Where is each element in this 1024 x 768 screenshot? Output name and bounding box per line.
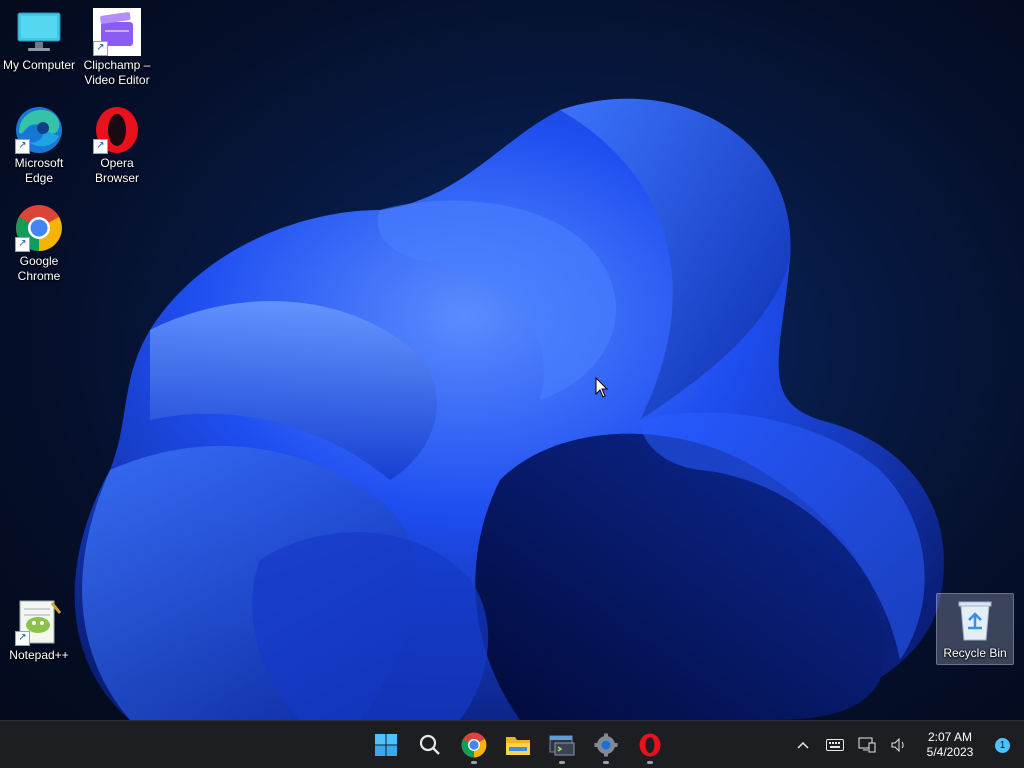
taskbar-settings-button[interactable]: [584, 725, 628, 765]
search-button[interactable]: [408, 725, 452, 765]
shortcut-arrow-icon: ↗: [93, 139, 108, 154]
running-indicator: [647, 761, 653, 764]
notification-badge[interactable]: 1: [995, 737, 1010, 753]
notepadpp-icon: ↗: [15, 598, 63, 646]
running-indicator: [559, 761, 565, 764]
shortcut-arrow-icon: ↗: [15, 237, 30, 252]
desktop-icon-label: My Computer: [2, 58, 76, 72]
desktop-icon-edge[interactable]: ↗ Microsoft Edge: [0, 106, 78, 186]
desktop-icon-label: Recycle Bin: [943, 646, 1007, 660]
clock[interactable]: 2:07 AM 5/4/2023: [919, 730, 981, 760]
taskbar-chrome-button[interactable]: [452, 725, 496, 765]
running-indicator: [471, 761, 477, 764]
terminal-icon: [549, 735, 575, 756]
desktop-icon-label: Clipchamp – Video Editor: [83, 58, 151, 87]
taskbar-terminal-button[interactable]: [540, 725, 584, 765]
taskbar-app-list: [364, 721, 672, 768]
desktop-icon-notepadpp[interactable]: ↗ Notepad++: [0, 598, 78, 663]
shortcut-arrow-icon: ↗: [15, 139, 30, 154]
start-icon: [375, 734, 397, 756]
file-explorer-icon: [506, 737, 530, 755]
opera-icon: ↗: [93, 106, 141, 154]
taskbar: 2:07 AM 5/4/2023 1: [0, 720, 1024, 768]
desktop-icon-my-computer[interactable]: My Computer: [0, 8, 78, 73]
settings-icon: [594, 733, 618, 757]
start-button[interactable]: [364, 725, 408, 765]
chrome-icon: [461, 732, 487, 758]
desktop-icon-label: Microsoft Edge: [14, 156, 64, 185]
taskbar-opera-button[interactable]: [628, 725, 672, 765]
volume-icon[interactable]: [883, 725, 915, 765]
chrome-icon: ↗: [15, 204, 63, 252]
keyboard-icon[interactable]: [819, 725, 851, 765]
edge-icon: ↗: [15, 106, 63, 154]
chevron-up-icon[interactable]: [787, 725, 819, 765]
desktop-icon-opera[interactable]: ↗ Opera Browser: [78, 106, 156, 186]
desktop-icon-chrome[interactable]: ↗ Google Chrome: [0, 204, 78, 284]
shortcut-arrow-icon: ↗: [93, 41, 108, 56]
desktop-icon-label: Notepad++: [9, 648, 69, 662]
network-icon[interactable]: [851, 725, 883, 765]
opera-icon: [639, 733, 661, 757]
clock-date: 5/4/2023: [926, 745, 974, 759]
recycle-bin-icon: [951, 596, 999, 644]
taskbar-file-explorer-button[interactable]: [496, 725, 540, 765]
desktop-icon-label: Google Chrome: [17, 254, 61, 283]
search-icon: [419, 734, 440, 755]
desktop-icon-clipchamp[interactable]: ↗ Clipchamp – Video Editor: [78, 8, 156, 88]
desktop-icon-label: Opera Browser: [94, 156, 139, 185]
clock-time: 2:07 AM: [927, 730, 973, 744]
running-indicator: [603, 761, 609, 764]
monitor-icon: [15, 8, 63, 56]
clipchamp-icon: ↗: [93, 8, 141, 56]
system-tray: 2:07 AM 5/4/2023 1: [787, 721, 1024, 768]
mouse-cursor-icon: [595, 377, 609, 398]
desktop-icon-recycle-bin[interactable]: Recycle Bin: [936, 593, 1014, 665]
desktop[interactable]: My Computer ↗ Clipchamp – Video Editor ↗…: [0, 0, 1024, 768]
shortcut-arrow-icon: ↗: [15, 631, 30, 646]
